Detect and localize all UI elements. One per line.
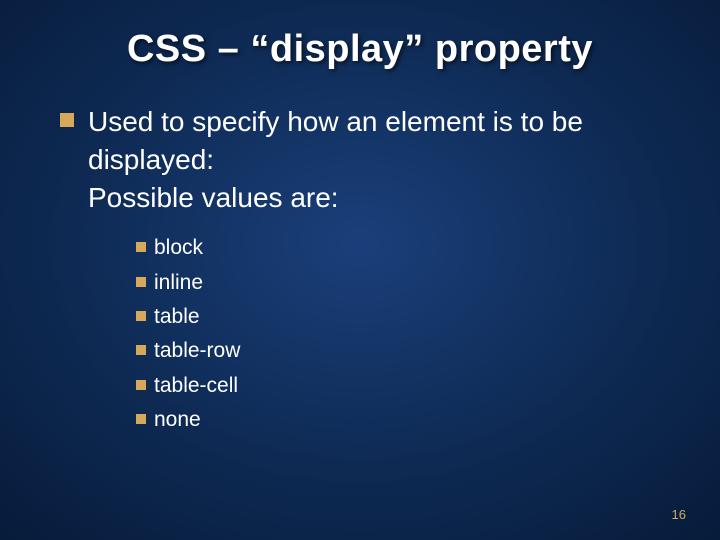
square-bullet-icon (136, 277, 146, 287)
square-bullet-icon (136, 345, 146, 355)
bullet-level-2: table-row (136, 337, 670, 365)
bullet-level-1-text: Used to specify how an element is to be … (88, 103, 670, 216)
square-bullet-icon (136, 311, 146, 321)
slide: CSS – “display” property Used to specify… (0, 0, 720, 540)
square-bullet-icon (136, 242, 146, 252)
bullet-level-2-text: table-cell (154, 372, 238, 400)
bullet-level-2: none (136, 406, 670, 434)
sub-bullet-list: block inline table table-row table-cell … (136, 234, 670, 434)
bullet-level-2: table (136, 303, 670, 331)
square-bullet-icon (60, 113, 74, 127)
square-bullet-icon (136, 414, 146, 424)
bullet-level-2: block (136, 234, 670, 262)
slide-title: CSS – “display” property (50, 28, 670, 71)
page-number: 16 (672, 507, 686, 522)
bullet-level-2-text: inline (154, 269, 203, 297)
bullet-level-2-text: table-row (154, 337, 240, 365)
bullet-level-2: inline (136, 269, 670, 297)
square-bullet-icon (136, 380, 146, 390)
bullet-level-2-text: block (154, 234, 203, 262)
bullet-level-1: Used to specify how an element is to be … (60, 103, 670, 216)
bullet-level-2: table-cell (136, 372, 670, 400)
bullet-level-2-text: none (154, 406, 201, 434)
bullet-level-2-text: table (154, 303, 200, 331)
